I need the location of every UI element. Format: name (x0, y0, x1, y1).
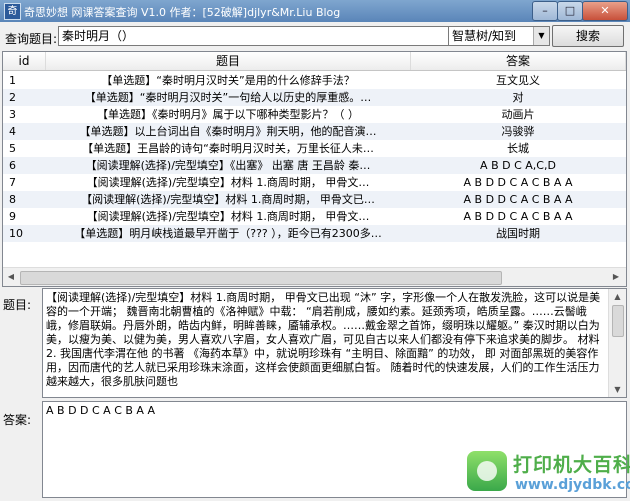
maximize-button[interactable]: □ (557, 1, 583, 21)
cell-answer: A B D D C A C B A A (463, 176, 573, 189)
cell-question: 【单选题】“秦时明月汉时关”一句给人以历史的厚重感。… (84, 91, 372, 104)
cell-question: 【单选题】以上台词出自《秦时明月》荆天明，他的配音演… (79, 125, 377, 138)
grid-header: id 题目 答案 (3, 52, 626, 71)
table-row[interactable]: 9 【阅读理解(选择)/完型填空】材料 1.商周时期， 甲骨文… A B D D C… (3, 208, 626, 225)
cell-id: 10 (9, 227, 23, 240)
scroll-thumb[interactable] (612, 305, 624, 337)
search-label: 查询题目: (5, 32, 58, 46)
answer-detail-label: 答案: (3, 413, 32, 427)
cell-question: 【单选题】王昌龄的诗句“秦时明月汉时关，万里长征人未… (82, 142, 374, 155)
question-detail-label: 题目: (3, 298, 32, 312)
cell-id: 8 (9, 193, 16, 206)
cell-id: 2 (9, 91, 16, 104)
table-row[interactable]: 7 【阅读理解(选择)/完型填空】材料 1.商周时期， 甲骨文… A B D D C… (3, 174, 626, 191)
cell-question: 【阅读理解(选择)/完型填空】材料 1.商周时期， 甲骨文… (86, 176, 370, 189)
cell-question: 【阅读理解(选择)/完型填空】材料 1.商周时期， 甲骨文已… (81, 193, 375, 206)
table-row[interactable]: 5 【单选题】王昌龄的诗句“秦时明月汉时关，万里长征人未… 长城 (3, 140, 626, 157)
table-row[interactable]: 1 【单选题】“秦时明月汉时关”是用的什么修辞手法？ 互文见义 (3, 72, 626, 89)
column-header-question[interactable]: 题目 (46, 52, 411, 70)
column-header-id[interactable]: id (3, 52, 46, 70)
cell-answer: 冯骏骅 (501, 125, 535, 138)
cell-id: 7 (9, 176, 16, 189)
cell-question: 【阅读理解(选择)/完型填空】材料 1.商周时期， 甲骨文… (86, 210, 370, 223)
watermark-logo-icon (467, 451, 507, 491)
app-icon: 奇 (4, 3, 21, 20)
watermark-url: www.djydbk.com (515, 477, 630, 493)
cell-id: 4 (9, 125, 16, 138)
close-button[interactable]: ✕ (582, 1, 628, 21)
cell-id: 1 (9, 74, 16, 87)
watermark: 打印机大百科 www.djydbk.com (467, 448, 630, 496)
table-row[interactable]: 4 【单选题】以上台词出自《秦时明月》荆天明，他的配音演… 冯骏骅 (3, 123, 626, 140)
search-button[interactable]: 搜索 (552, 25, 624, 47)
table-row[interactable]: 10 【单选题】明月峡栈道最早开凿于（??? ），距今已有2300多… 战国时期 (3, 225, 626, 242)
answer-detail-text[interactable]: A B D D C A C B A A (43, 402, 626, 420)
cell-id: 3 (9, 108, 16, 121)
minimize-button[interactable]: – (532, 1, 558, 21)
scroll-thumb[interactable] (20, 271, 502, 285)
cell-id: 5 (9, 142, 16, 155)
table-row[interactable]: 2 【单选题】“秦时明月汉时关”一句给人以历史的厚重感。… 对 (3, 89, 626, 106)
cell-question: 【阅读理解(选择)/完型填空】《出塞》 出塞 唐 王昌龄 秦… (85, 159, 371, 172)
scroll-left-icon[interactable]: ◀ (4, 270, 18, 284)
source-select[interactable]: 智慧树/知到 ▼ (448, 26, 550, 46)
cell-question: 【单选题】《秦时明月》属于以下哪种类型影片？（ ） (97, 108, 359, 121)
window-title: 奇思妙想 网课答案查询 V1.0 作者：[52破解]djlyr&Mr.Liu B… (24, 6, 341, 19)
cell-id: 6 (9, 159, 16, 172)
cell-answer: 长城 (507, 142, 529, 155)
cell-answer: 动画片 (501, 108, 535, 121)
table-row[interactable]: 8 【阅读理解(选择)/完型填空】材料 1.商周时期， 甲骨文已… A B D D … (3, 191, 626, 208)
cell-answer: 战国时期 (496, 227, 540, 240)
cell-id: 9 (9, 210, 16, 223)
table-row[interactable]: 3 【单选题】《秦时明月》属于以下哪种类型影片？（ ） 动画片 (3, 106, 626, 123)
scroll-right-icon[interactable]: ▶ (609, 270, 623, 284)
results-grid[interactable]: id 题目 答案 1 【单选题】“秦时明月汉时关”是用的什么修辞手法？ 互文见义 2 【… (2, 51, 627, 287)
scroll-up-icon[interactable]: ▲ (611, 290, 624, 303)
cell-answer: A B D D C A C B A A (463, 210, 573, 223)
scroll-down-icon[interactable]: ▼ (611, 383, 624, 396)
horizontal-scrollbar[interactable]: ◀ ▶ (3, 267, 626, 286)
cell-answer: A B D D C A C B A A (463, 193, 573, 206)
source-select-value: 智慧树/知到 (452, 29, 517, 43)
watermark-title: 打印机大百科 (513, 454, 630, 476)
cell-question: 【单选题】明月峡栈道最早开凿于（??? ），距今已有2300多… (74, 227, 382, 240)
chevron-down-icon[interactable]: ▼ (533, 27, 549, 45)
question-detail-box[interactable]: 【阅读理解(选择)/完型填空】材料 1.商周时期， 甲骨文已出现 “沐” 字，字… (42, 288, 627, 398)
question-detail-text[interactable]: 【阅读理解(选择)/完型填空】材料 1.商周时期， 甲骨文已出现 “沐” 字，字… (43, 289, 608, 391)
table-row[interactable]: 6 【阅读理解(选择)/完型填空】《出塞》 出塞 唐 王昌龄 秦… A B D C … (3, 157, 626, 174)
cell-answer: 互文见义 (496, 74, 540, 87)
cell-answer: 对 (512, 91, 524, 104)
cell-question: 【单选题】“秦时明月汉时关”是用的什么修辞手法？ (101, 74, 355, 87)
title-bar: 奇 奇思妙想 网课答案查询 V1.0 作者：[52破解]djlyr&Mr.Liu… (0, 0, 630, 22)
cell-answer: A B D C A,C,D (480, 159, 556, 172)
column-header-answer[interactable]: 答案 (411, 52, 626, 70)
vertical-scrollbar[interactable]: ▲ ▼ (608, 289, 626, 397)
search-input[interactable]: 秦时明月（） (58, 26, 449, 46)
